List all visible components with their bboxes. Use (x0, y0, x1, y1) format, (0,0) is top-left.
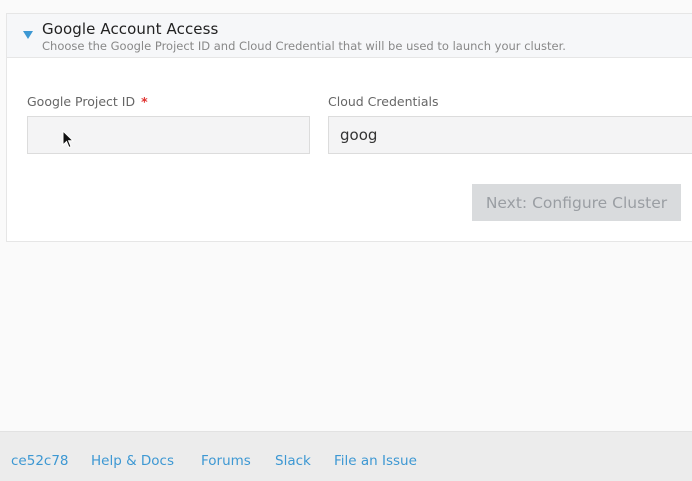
top-strip (0, 0, 692, 13)
project-id-label-text: Google Project ID (27, 94, 136, 109)
chevron-down-icon[interactable] (23, 31, 33, 39)
mouse-pointer-icon (62, 130, 74, 149)
project-id-label: Google Project ID * (27, 94, 148, 109)
footer: ce52c78 Help & Docs Forums Slack File an… (0, 431, 692, 481)
cloud-credentials-input[interactable] (328, 116, 692, 154)
section-subtitle: Choose the Google Project ID and Cloud C… (42, 39, 566, 53)
section-title: Google Account Access (42, 20, 219, 38)
footer-forums-link[interactable]: Forums (201, 453, 251, 469)
section-header[interactable]: Google Account Access Choose the Google … (7, 14, 692, 58)
footer-slack-link[interactable]: Slack (275, 453, 311, 469)
footer-help-docs-link[interactable]: Help & Docs (91, 453, 174, 469)
required-asterisk: * (141, 94, 148, 109)
footer-version-link[interactable]: ce52c78 (11, 453, 69, 469)
footer-file-issue-link[interactable]: File an Issue (334, 453, 417, 469)
cloud-credentials-label: Cloud Credentials (328, 94, 439, 109)
google-account-access-section: Google Account Access Choose the Google … (6, 13, 692, 242)
next-configure-cluster-button[interactable]: Next: Configure Cluster (472, 184, 681, 221)
